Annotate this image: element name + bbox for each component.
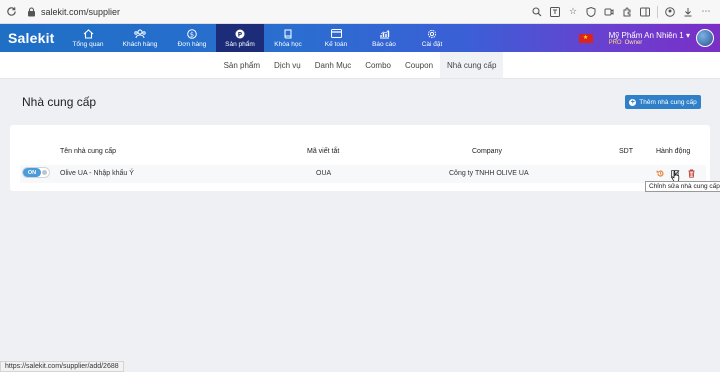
book-icon	[282, 29, 294, 39]
nav-item-label: Khách hàng	[122, 40, 158, 48]
plus-icon: +	[629, 98, 637, 106]
role-tag: PRO	[608, 39, 622, 46]
nav-item-label: Cài đặt	[421, 40, 443, 48]
video-icon[interactable]	[603, 6, 615, 18]
user-role-line: PRO Owner	[609, 40, 690, 46]
gear-icon	[426, 29, 438, 39]
tab-categories[interactable]: Danh Mục	[308, 52, 358, 78]
app-header: Salekit Tổng quan Khách hàng $ Đơn hàng …	[0, 24, 720, 52]
chevron-down-icon: ▾	[685, 30, 690, 40]
user-role: Owner	[624, 39, 643, 46]
reload-icon[interactable]	[3, 4, 19, 20]
chart-icon	[378, 29, 390, 39]
logo[interactable]: Salekit	[0, 24, 64, 52]
nav-item-label: Sản phẩm	[225, 40, 255, 48]
menu-icon[interactable]: ⋯	[700, 6, 712, 18]
delete-icon[interactable]	[687, 169, 696, 178]
dollar-icon: $	[186, 28, 198, 39]
nav-item-orders[interactable]: $ Đơn hàng	[168, 24, 216, 52]
nav-item-label: Khóa học	[274, 40, 302, 48]
tab-coupon[interactable]: Coupon	[398, 52, 440, 78]
svg-text:$: $	[190, 30, 194, 38]
header-phone: SDT	[619, 148, 633, 155]
sub-nav: Sản phẩm Dịch vụ Danh Mục Combo Coupon N…	[0, 52, 720, 79]
edit-tooltip: Chỉnh sửa nhà cung cấp	[645, 181, 720, 192]
lock-icon	[25, 6, 37, 18]
cell-short-code: OUA	[316, 170, 332, 177]
browser-toolbar: salekit.com/supplier ☆ ⋯	[0, 0, 720, 24]
user-menu[interactable]: Mỹ Phẩm An Nhiên 1 ▾ PRO Owner	[609, 31, 690, 46]
header-actions: Hành động	[656, 148, 691, 155]
page-title: Nhà cung cấp	[22, 95, 97, 109]
profile-icon[interactable]	[664, 6, 676, 18]
tab-products[interactable]: Sản phẩm	[217, 52, 267, 78]
header-company: Company	[472, 148, 502, 155]
nav-item-courses[interactable]: Khóa học	[264, 24, 312, 52]
users-icon	[134, 29, 146, 39]
main-nav: Tổng quan Khách hàng $ Đơn hàng P Sản ph…	[64, 24, 456, 52]
user-name: Mỹ Phẩm An Nhiên 1	[608, 30, 684, 40]
tab-suppliers[interactable]: Nhà cung cấp	[440, 52, 504, 78]
nav-item-accounting[interactable]: Kế toán	[312, 24, 360, 52]
address-bar[interactable]: salekit.com/supplier	[25, 0, 531, 24]
header-supplier-name: Tên nhà cung cấp	[60, 148, 117, 155]
nav-item-settings[interactable]: Cài đặt	[408, 24, 456, 52]
url-text: salekit.com/supplier	[41, 6, 121, 17]
cell-supplier-name: Olive UA - Nhập khẩu Ý	[60, 170, 134, 177]
status-toggle[interactable]: ON	[22, 167, 50, 178]
zoom-icon[interactable]	[531, 6, 543, 18]
add-supplier-button[interactable]: + Thêm nhà cung cấp	[625, 95, 701, 109]
vietnam-flag-icon[interactable]: ★	[578, 33, 593, 43]
nav-item-products[interactable]: P Sản phẩm	[216, 24, 264, 52]
toggle-on-label: ON	[23, 168, 41, 177]
nav-item-overview[interactable]: Tổng quan	[64, 24, 112, 52]
card-icon	[330, 29, 342, 39]
nav-item-reports[interactable]: Báo cáo	[360, 24, 408, 52]
nav-item-label: Báo cáo	[372, 40, 396, 48]
extensions-icon[interactable]	[621, 6, 633, 18]
shield-icon[interactable]	[585, 6, 597, 18]
svg-text:P: P	[238, 31, 243, 38]
translate-icon[interactable]	[549, 6, 561, 18]
status-bar-url: https://salekit.com/supplier/add/2688	[0, 361, 124, 372]
star-icon[interactable]: ☆	[567, 6, 579, 18]
tab-combo[interactable]: Combo	[358, 52, 398, 78]
nav-item-customers[interactable]: Khách hàng	[112, 24, 168, 52]
toolbar-divider	[657, 5, 658, 18]
history-icon[interactable]	[656, 169, 665, 178]
avatar[interactable]	[696, 29, 714, 47]
nav-item-label: Tổng quan	[72, 40, 104, 48]
add-supplier-label: Thêm nhà cung cấp	[639, 98, 697, 106]
tab-services[interactable]: Dịch vụ	[267, 52, 308, 78]
nav-item-label: Kế toán	[324, 40, 348, 48]
download-icon[interactable]	[682, 6, 694, 18]
toggle-knob	[42, 170, 47, 175]
sidebar-icon[interactable]	[639, 6, 651, 18]
nav-item-label: Đơn hàng	[177, 40, 207, 48]
product-icon: P	[234, 29, 246, 39]
home-icon	[82, 28, 94, 39]
header-short-code: Mã viết tắt	[307, 148, 340, 155]
cell-company: Công ty TNHH OLIVE UA	[449, 170, 529, 177]
supplier-table: Tên nhà cung cấp Mã viết tắt Company SDT…	[10, 125, 710, 191]
